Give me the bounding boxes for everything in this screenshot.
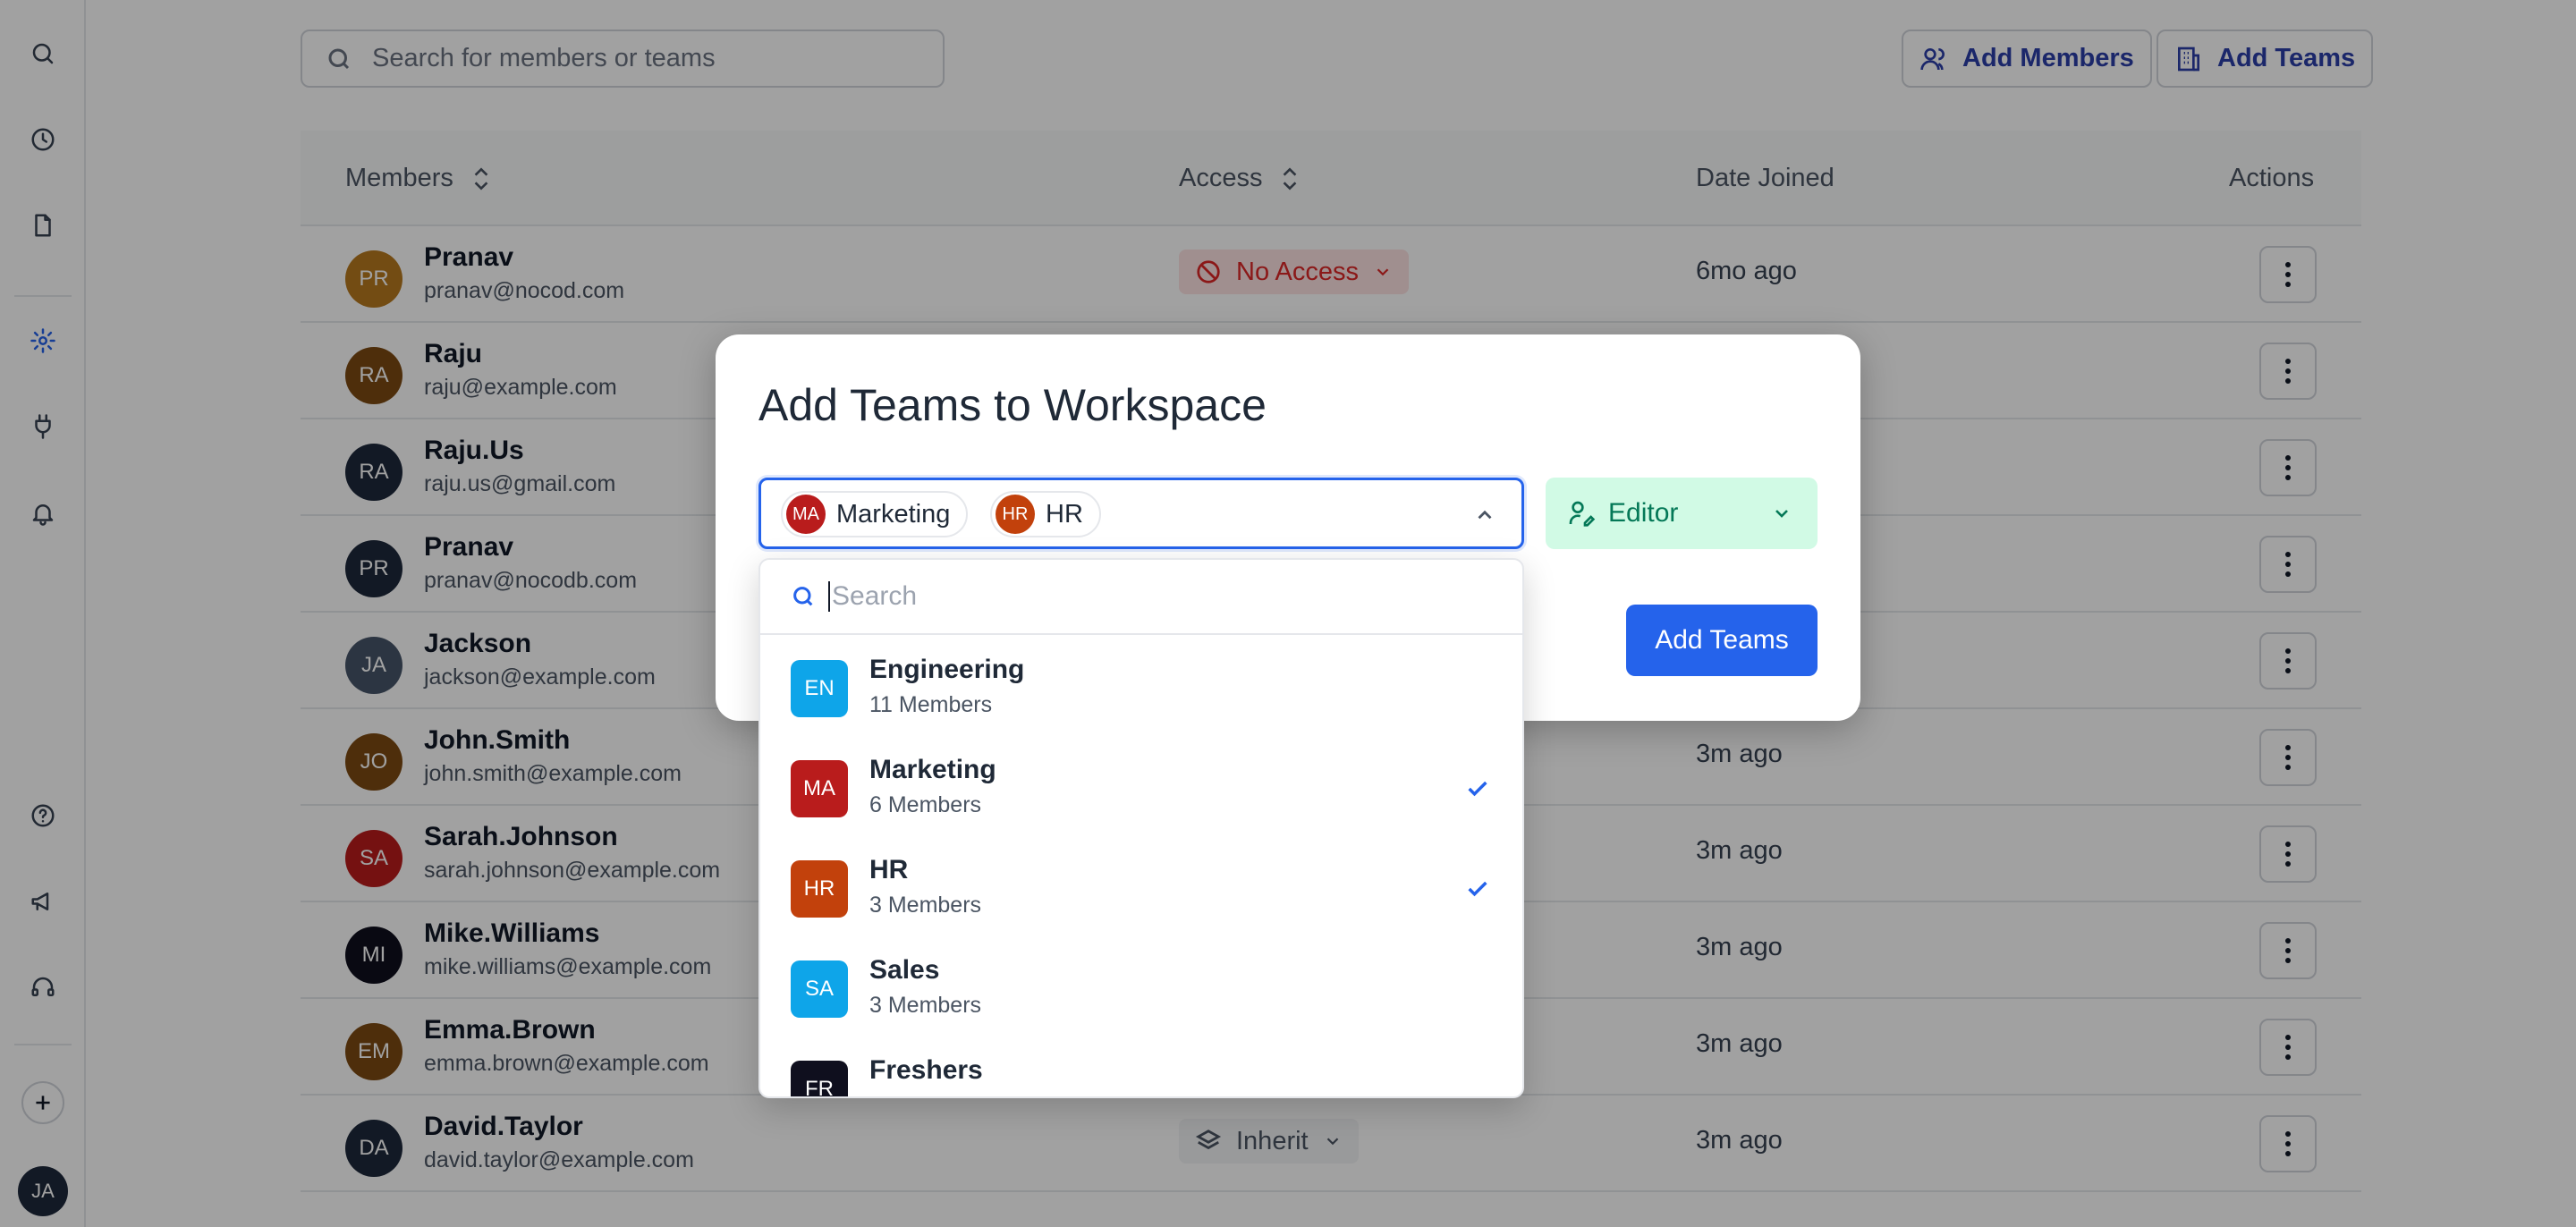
team-name: Engineering xyxy=(869,655,1025,684)
team-option[interactable]: HR HR 3 Members xyxy=(760,837,1522,937)
team-avatar: SA xyxy=(791,960,848,1018)
team-member-count: 3 Members xyxy=(869,993,982,1018)
team-avatar: FR xyxy=(791,1061,848,1096)
team-avatar: HR xyxy=(791,860,848,918)
team-name: Freshers xyxy=(869,1055,983,1085)
team-dropdown-search[interactable] xyxy=(760,560,1522,635)
chevron-down-icon xyxy=(1775,510,1788,518)
user-edit-icon xyxy=(1569,501,1596,527)
team-name: Sales xyxy=(869,955,940,985)
team-option[interactable]: EN Engineering 11 Members xyxy=(760,637,1522,737)
check-icon xyxy=(1468,881,1487,897)
search-icon xyxy=(793,587,813,606)
team-option[interactable]: MA Marketing 6 Members xyxy=(760,737,1522,837)
modal-title: Add Teams to Workspace xyxy=(758,380,1267,430)
chevron-up-icon[interactable] xyxy=(1473,503,1496,527)
selected-team-chip[interactable]: HR HR xyxy=(990,491,1101,537)
team-avatar: HR xyxy=(996,495,1035,534)
team-avatar: EN xyxy=(791,660,848,717)
add-teams-submit-button[interactable]: Add Teams xyxy=(1626,605,1818,676)
team-member-count: 11 Members xyxy=(869,692,993,717)
team-avatar: MA xyxy=(791,760,848,817)
team-member-count: 3 Members xyxy=(869,893,982,918)
team-name: Marketing xyxy=(869,755,996,784)
check-icon xyxy=(1468,781,1487,797)
team-dropdown: EN Engineering 11 Members MA Marketing 6… xyxy=(758,558,1524,1098)
role-label: Editor xyxy=(1608,498,1679,528)
selected-team-chip[interactable]: MA Marketing xyxy=(781,491,969,537)
team-select[interactable]: MA Marketing HR HR xyxy=(758,478,1524,549)
team-option[interactable]: FR Freshers xyxy=(760,1037,1522,1096)
team-name: HR xyxy=(869,855,909,884)
role-select[interactable]: Editor xyxy=(1546,478,1818,549)
team-search-input[interactable] xyxy=(828,581,1454,612)
chip-label: HR xyxy=(1046,499,1083,529)
team-option[interactable]: SA Sales 3 Members xyxy=(760,937,1522,1037)
chip-label: Marketing xyxy=(836,499,951,529)
team-avatar: MA xyxy=(786,495,826,534)
team-member-count: 6 Members xyxy=(869,792,982,817)
